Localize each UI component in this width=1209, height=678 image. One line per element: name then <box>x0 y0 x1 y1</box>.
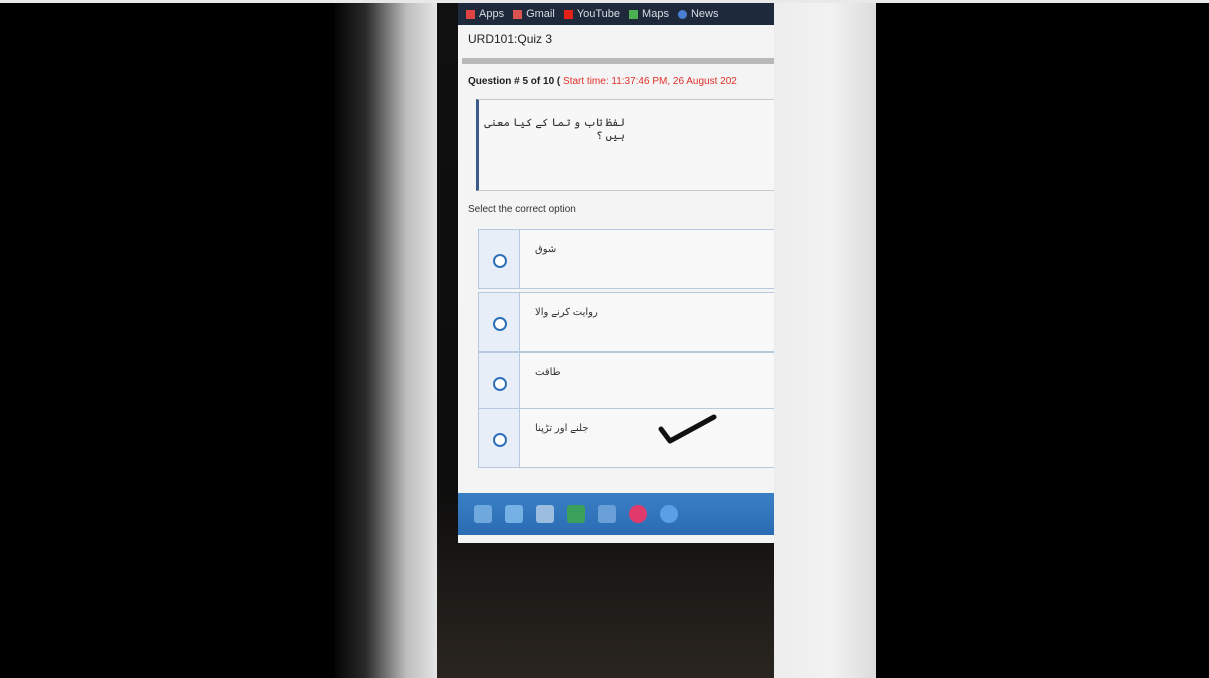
app-green-icon[interactable] <box>567 505 585 523</box>
bookmark-youtube[interactable]: YouTube <box>563 8 621 20</box>
bookmark-gmail[interactable]: Gmail <box>513 8 555 20</box>
browser-screen: Apps Gmail YouTube Maps News URD101:Quiz… <box>458 3 774 543</box>
question-header: Question # 5 of 10 ( Start time: 11:37:4… <box>468 76 737 87</box>
question-box: لفظ تاب و تما کے کیا معنی ہیں ؟ <box>476 99 774 191</box>
file-explorer-icon[interactable] <box>536 505 554 523</box>
radio-button[interactable] <box>493 377 507 391</box>
option-3[interactable]: طاقت <box>478 352 774 412</box>
start-time: Start time: 11:37:46 PM, 26 August 202 <box>563 76 737 87</box>
option-text: روایت کرنے والا <box>535 307 598 318</box>
option-text: شوق <box>535 244 557 255</box>
option-text: طاقت <box>535 367 561 378</box>
radio-cell[interactable] <box>479 293 520 351</box>
chrome-icon[interactable] <box>660 505 678 523</box>
radio-button[interactable] <box>493 317 507 331</box>
radio-cell[interactable] <box>479 230 520 288</box>
radio-cell[interactable] <box>479 409 520 467</box>
quiz-title: URD101:Quiz 3 <box>468 32 553 46</box>
bookmark-maps[interactable]: Maps <box>629 8 669 20</box>
youtube-icon <box>563 9 573 19</box>
ambient-light-left <box>335 3 437 678</box>
select-instruction: Select the correct option <box>468 204 576 215</box>
radio-button[interactable] <box>493 254 507 268</box>
bookmark-news[interactable]: News <box>677 8 719 20</box>
ie-icon[interactable] <box>505 505 523 523</box>
opera-icon[interactable] <box>629 505 647 523</box>
question-text: لفظ تاب و تما کے کیا معنی ہیں ؟ <box>484 117 625 142</box>
bookmark-label: YouTube <box>576 8 621 20</box>
monitor-frame: Apps Gmail YouTube Maps News URD101:Quiz… <box>437 3 774 678</box>
title-divider <box>462 58 774 64</box>
radio-cell[interactable] <box>479 353 520 411</box>
gmail-icon <box>513 9 523 19</box>
windows-start-icon[interactable] <box>474 505 492 523</box>
bookmarks-bar: Apps Gmail YouTube Maps News <box>458 3 774 25</box>
option-text: جلنے اور تڑپنا <box>535 423 589 434</box>
question-counter: Question # 5 of 10 ( <box>468 76 561 87</box>
bookmark-label: Apps <box>479 8 505 20</box>
option-4[interactable]: جلنے اور تڑپنا <box>478 408 774 468</box>
option-1[interactable]: شوق <box>478 229 774 289</box>
option-2[interactable]: روایت کرنے والا <box>478 292 774 352</box>
radio-button[interactable] <box>493 433 507 447</box>
bookmark-apps[interactable]: Apps <box>466 8 504 20</box>
windows-taskbar <box>458 493 774 535</box>
news-icon <box>677 9 687 19</box>
bookmark-label: News <box>690 8 719 20</box>
bookmark-label: Gmail <box>526 8 555 20</box>
handwritten-checkmark-icon <box>658 414 717 444</box>
apps-grid-icon <box>466 9 475 19</box>
media-player-icon[interactable] <box>598 505 616 523</box>
ambient-light-right <box>774 3 876 678</box>
bookmark-label: Maps <box>642 8 669 20</box>
maps-icon <box>629 9 639 19</box>
